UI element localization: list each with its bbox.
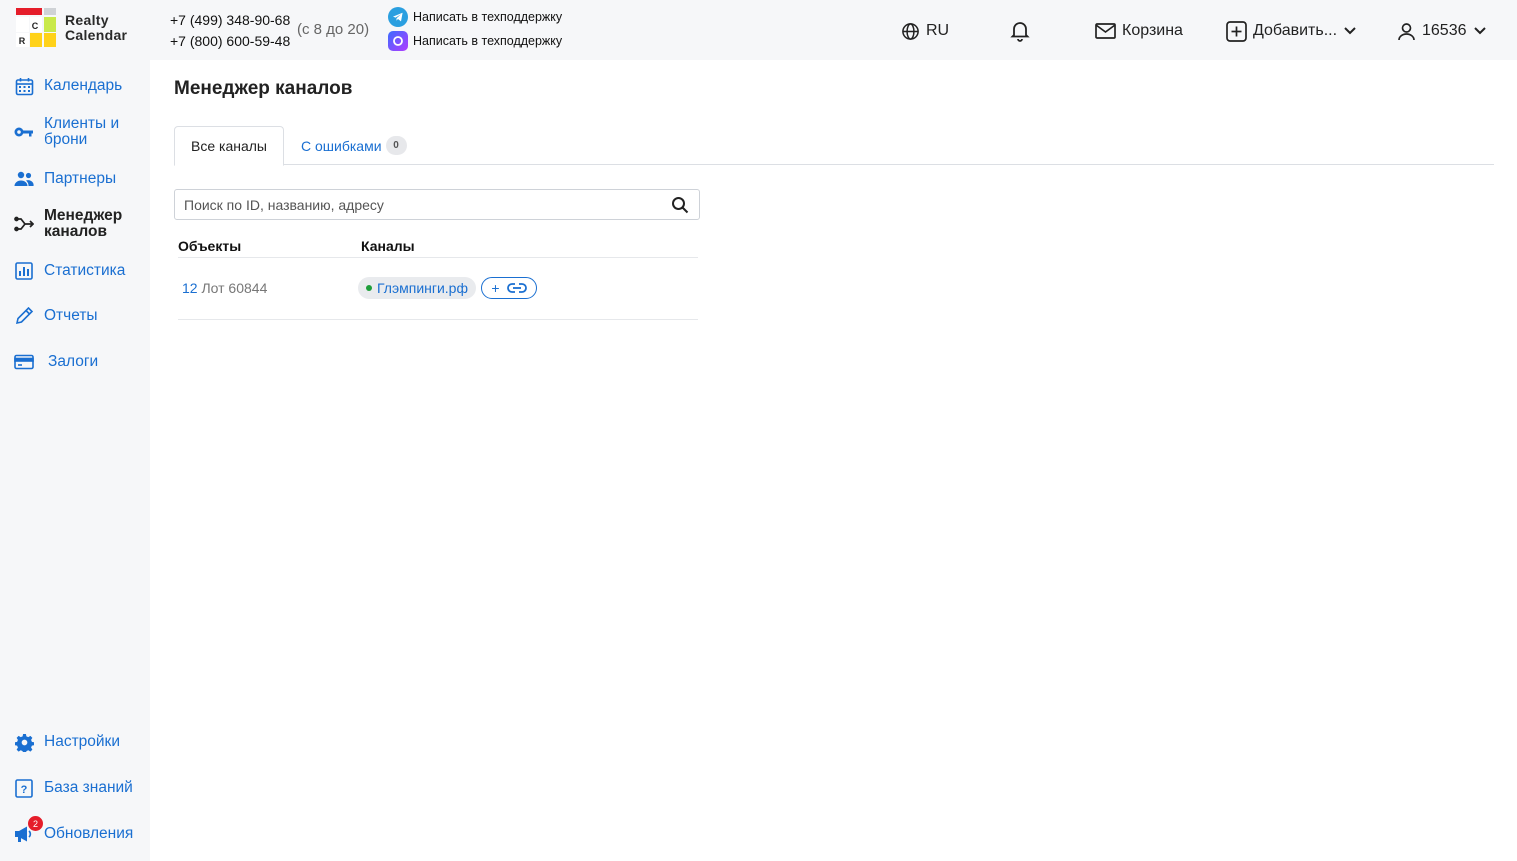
search-input[interactable] [175,190,655,219]
sidebar-item-label: Клиенты и брони [44,115,120,148]
add-dropdown[interactable]: Добавить... [1226,19,1357,43]
sidebar-item-clients[interactable]: Клиенты и брони [14,116,142,148]
sidebar-item-label: База знаний [44,779,133,796]
pencil-icon [14,306,34,326]
sidebar-item-label: Календарь [44,77,123,94]
support-telegram-label: Написать в техподдержку [413,10,563,24]
key-icon [14,122,34,142]
plus-icon: + [491,280,500,296]
top-header: C R Realty Calendar +7 (499) 348-90-68 +… [0,0,1517,60]
tab-label: Все каналы [191,138,267,154]
sidebar-item-reports[interactable]: Отчеты [14,306,98,326]
channel-chip[interactable]: Глэмпинги.рф [358,277,476,299]
channel-status-dot [366,285,372,291]
row-divider [178,319,698,320]
sidebar-item-partners[interactable]: Партнеры [14,169,116,189]
gear-icon [14,732,34,752]
sidebar-item-statistics[interactable]: Статистика [14,261,125,281]
mail-icon [1095,23,1116,39]
bell-icon [1010,22,1030,42]
sidebar-item-knowledge-base[interactable]: ? База знаний [14,778,133,798]
plus-square-icon [1226,20,1247,42]
tab-all-channels[interactable]: Все каналы [174,126,284,166]
brand-name: Realty Calendar [65,13,127,43]
svg-text:?: ? [21,784,28,796]
globe-icon [902,22,919,40]
channel-name: Глэмпинги.рф [377,280,468,296]
account-id: 16536 [1422,22,1467,39]
tab-with-errors[interactable]: С ошибками 0 [285,126,423,165]
errors-count-badge: 0 [385,136,407,155]
sidebar-item-label: Менеджер каналов [44,207,123,240]
brand-logo[interactable]: C R [16,8,56,48]
language-switcher[interactable]: RU [901,19,949,43]
object-id-link[interactable]: 12 [182,280,198,296]
sidebar-item-label: Обновления [44,825,134,842]
sidebar-item-calendar[interactable]: Календарь [14,76,122,96]
cart-button[interactable]: Корзина [1095,19,1183,43]
chart-icon [14,261,34,281]
tab-label: С ошибками [301,137,382,154]
channels-icon [14,214,34,234]
megaphone-icon: 2 [14,816,43,844]
phone-numbers: +7 (499) 348-90-68 +7 (800) 600-59-48 [170,10,290,52]
account-dropdown[interactable]: 16536 [1397,19,1487,43]
sidebar-item-label: Отчеты [44,307,98,324]
support-hours: (с 8 до 20) [297,21,370,38]
page-title: Менеджер каналов [174,78,353,99]
column-header-objects: Объекты [178,238,242,254]
sidebar-item-settings[interactable]: Настройки [14,732,120,752]
max-messenger-icon [388,31,408,51]
svg-text:C: C [32,21,39,31]
chevron-down-icon [1473,27,1486,35]
calendar-icon [14,76,34,96]
sidebar-item-updates[interactable]: 2 Обновления [14,816,134,844]
link-icon [506,283,527,293]
sidebar-item-channel-manager[interactable]: Менеджер каналов [14,208,144,240]
notifications-button[interactable] [1010,19,1030,43]
question-icon: ? [14,778,34,798]
language-label: RU [926,22,950,39]
chevron-down-icon [1344,27,1356,35]
channel-tabs: Все каналы С ошибками 0 [174,126,1494,166]
brand-name-line2: Calendar [65,27,128,43]
brand-name-line1: Realty [65,12,109,28]
telegram-icon [388,7,408,27]
svg-text:R: R [19,36,26,46]
card-icon [14,352,34,372]
object-cell: 12 Лот 60844 [182,280,267,296]
sidebar-item-label: Залоги [48,353,99,370]
sidebar: Календарь Клиенты и брони Партнеры Менед… [0,60,150,861]
people-icon [14,169,34,189]
support-max-label: Написать в техподдержку [413,34,563,48]
updates-badge: 2 [28,816,43,831]
cart-label: Корзина [1122,22,1183,39]
support-telegram-link[interactable]: Написать в техподдержку [388,7,562,27]
add-channel-link-button[interactable]: + [481,277,537,299]
search-icon[interactable] [671,196,689,214]
sidebar-item-label: Статистика [44,262,126,279]
search-box [174,189,700,220]
sidebar-item-label: Настройки [44,733,121,750]
sidebar-item-label: Партнеры [44,170,117,187]
sidebar-item-deposits[interactable]: Залоги [14,352,98,372]
column-header-channels: Каналы [361,238,415,254]
support-max-link[interactable]: Написать в техподдержку [388,31,562,51]
phone-1[interactable]: +7 (499) 348-90-68 [170,10,290,31]
add-label: Добавить... [1253,22,1338,39]
header-divider [178,257,698,258]
object-name: Лот 60844 [201,280,268,296]
user-icon [1398,22,1415,40]
phone-2[interactable]: +7 (800) 600-59-48 [170,31,290,52]
